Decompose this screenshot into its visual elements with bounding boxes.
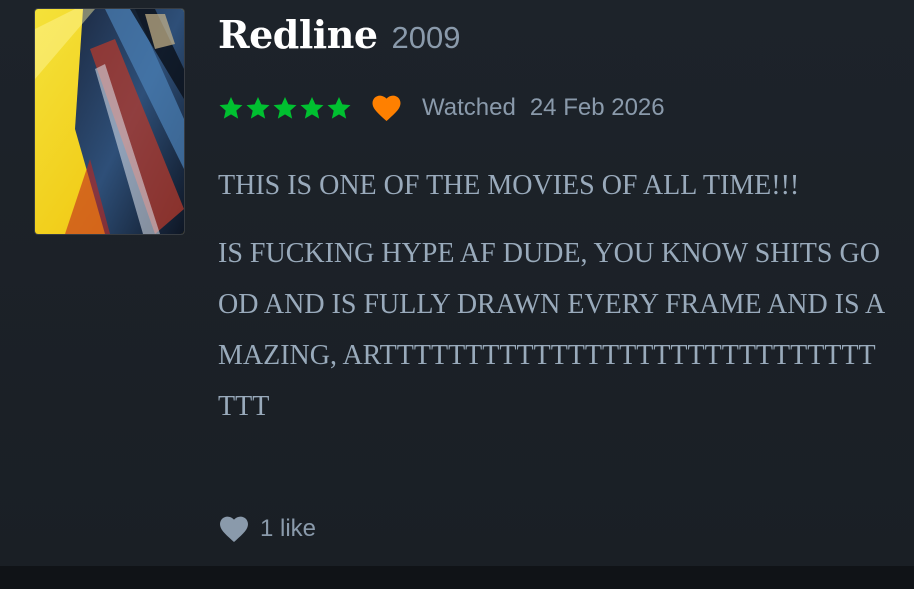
watched-date[interactable]: 24 Feb 2026 [530, 94, 665, 122]
star-rating [218, 95, 352, 121]
film-poster[interactable] [35, 9, 184, 234]
liked-heart-icon [371, 94, 402, 122]
star-icon [326, 95, 352, 121]
review-paragraph: IS FUCKING HYPE AF DUDE, YOU KNOW SHITS … [218, 238, 886, 422]
star-icon [218, 95, 244, 121]
meta-row: Watched 24 Feb 2026 [218, 90, 665, 126]
bottom-bar [0, 566, 914, 589]
review-paragraph: THIS IS ONE OF THE MOVIES OF ALL TIME!!! [218, 170, 800, 201]
likes-row: 1 like [218, 512, 316, 546]
star-icon [272, 95, 298, 121]
watched-label: Watched [422, 94, 516, 121]
review-body: THIS IS ONE OF THE MOVIES OF ALL TIME!!!… [218, 160, 888, 449]
like-count[interactable]: 1 like [260, 515, 316, 543]
heart-icon[interactable] [218, 515, 250, 543]
star-icon [245, 95, 271, 121]
review-card: Redline 2009 Watched 24 Feb 2026 THIS IS… [0, 0, 914, 566]
film-title[interactable]: Redline [218, 12, 378, 57]
film-year[interactable]: 2009 [392, 20, 461, 56]
star-icon [299, 95, 325, 121]
title-row: Redline 2009 [218, 12, 460, 64]
